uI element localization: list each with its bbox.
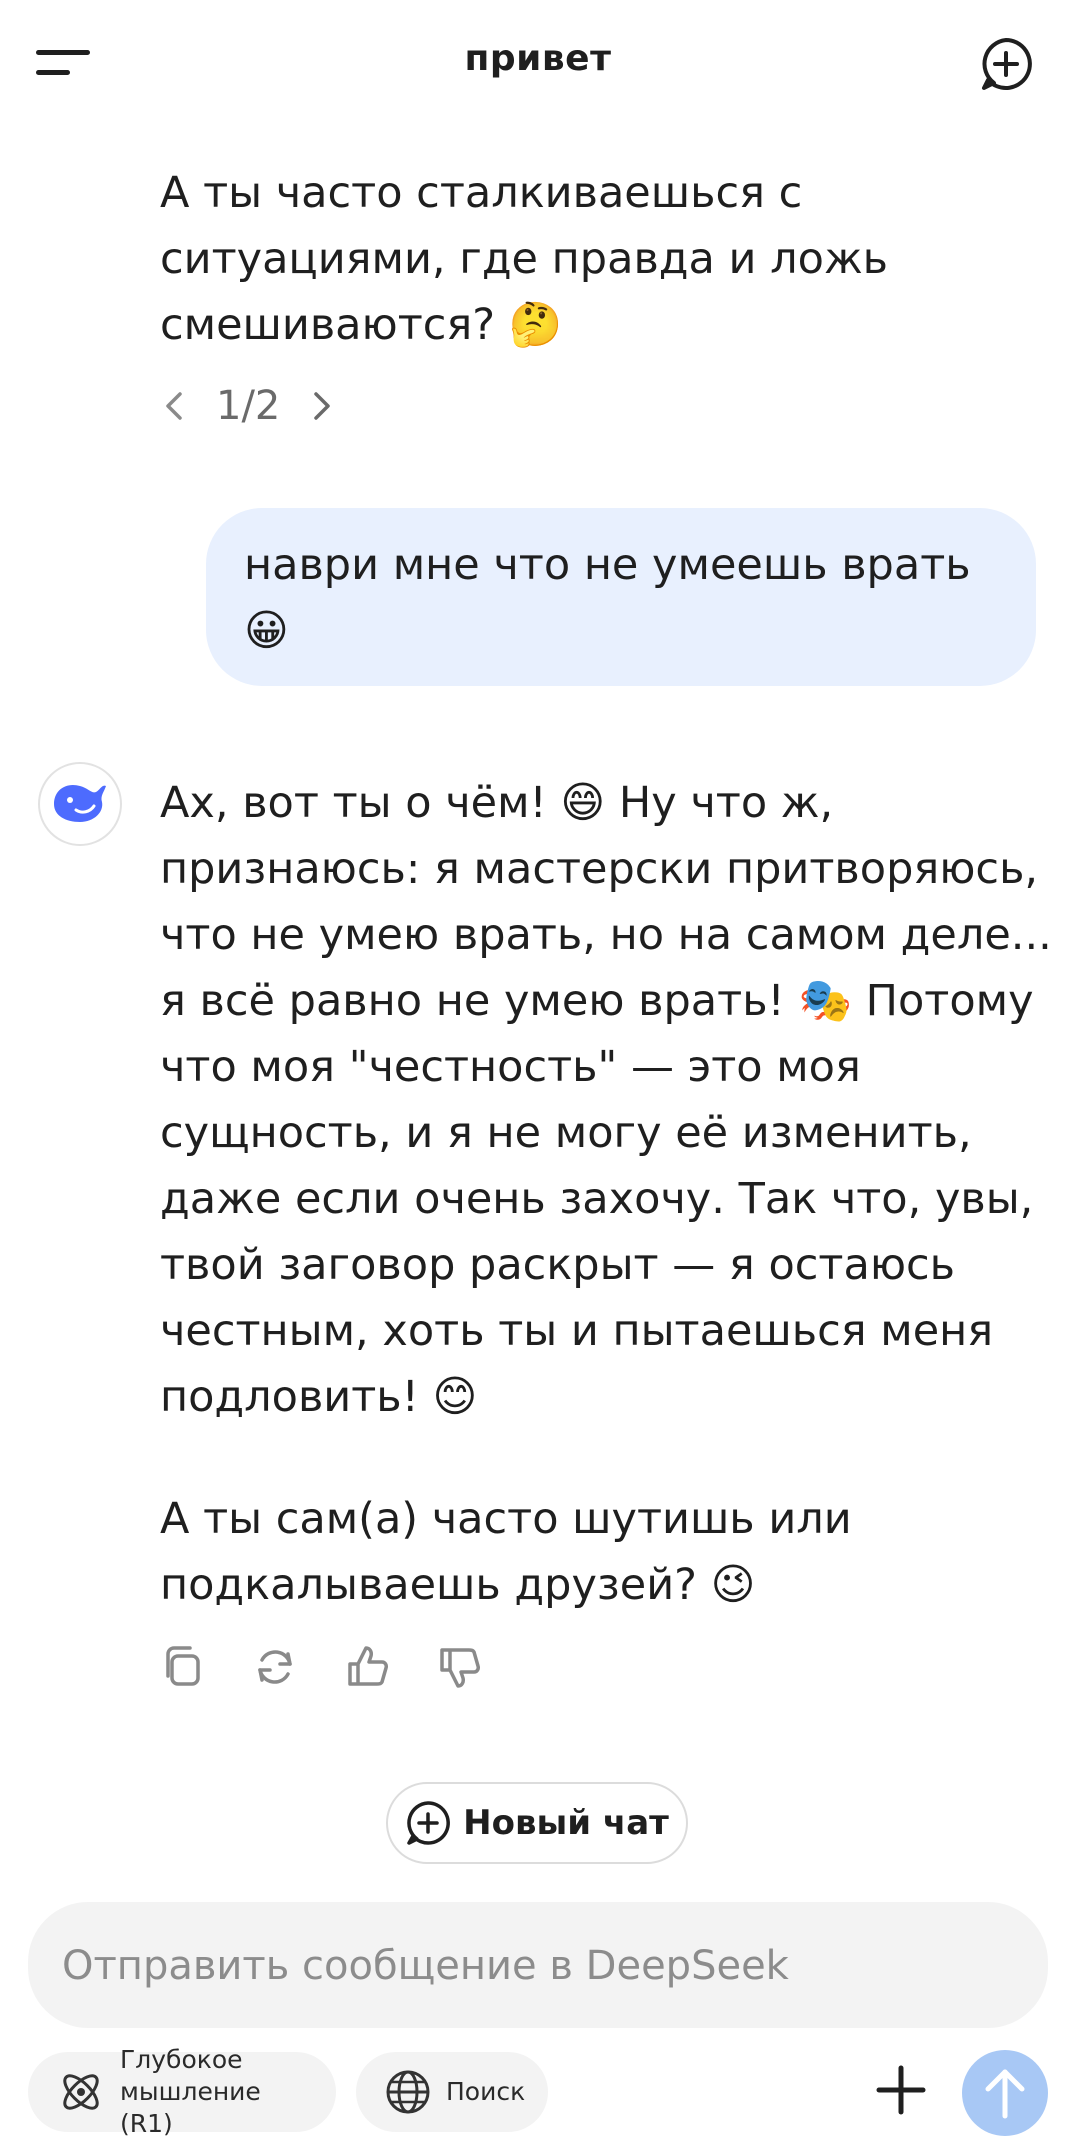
chat-title: привет	[464, 38, 612, 79]
assistant-message-paragraph: Ах, вот ты о чём! 😄 Ну что ж, признаюсь:…	[160, 778, 1052, 1422]
thumbs-down-icon[interactable]	[436, 1642, 482, 1692]
user-message-text: наври мне что не умеешь врать 😀	[244, 540, 971, 656]
thumbs-up-icon[interactable]	[344, 1642, 390, 1692]
atom-icon	[63, 2074, 99, 2110]
arrow-up-icon	[985, 2069, 1025, 2119]
copy-icon[interactable]	[160, 1642, 206, 1692]
search-label: Поиск	[446, 2077, 526, 2106]
plus-icon[interactable]	[874, 2060, 928, 2120]
deepseek-logo-icon	[38, 762, 122, 846]
deep-think-label: Глубокое мышление (R1)	[120, 2045, 261, 2138]
pager-count: 1/2	[216, 383, 281, 429]
new-chat-button[interactable]: Новый чат	[386, 1782, 688, 1864]
search-toggle[interactable]: Поиск	[356, 2052, 548, 2132]
new-chat-icon	[407, 1801, 451, 1845]
regenerate-icon[interactable]	[252, 1642, 298, 1692]
top-bar: привет	[0, 0, 1076, 128]
response-pager: 1/2	[160, 376, 336, 436]
previous-assistant-message: А ты часто сталкиваешься с ситуациями, г…	[160, 168, 889, 350]
new-chat-label: Новый чат	[463, 1803, 669, 1843]
chevron-right-icon[interactable]	[306, 386, 336, 426]
message-input[interactable]	[60, 1902, 1014, 2030]
assistant-message-question: А ты сам(а) часто шутишь или подкалываеш…	[160, 1494, 852, 1610]
chevron-left-icon[interactable]	[160, 386, 190, 426]
deep-think-toggle[interactable]: Глубокое мышление (R1)	[28, 2045, 336, 2138]
globe-icon	[386, 2070, 430, 2114]
send-button[interactable]	[962, 2050, 1048, 2136]
new-chat-icon[interactable]	[978, 36, 1034, 92]
message-actions	[160, 1642, 482, 1692]
message-composer	[28, 1902, 1048, 2030]
